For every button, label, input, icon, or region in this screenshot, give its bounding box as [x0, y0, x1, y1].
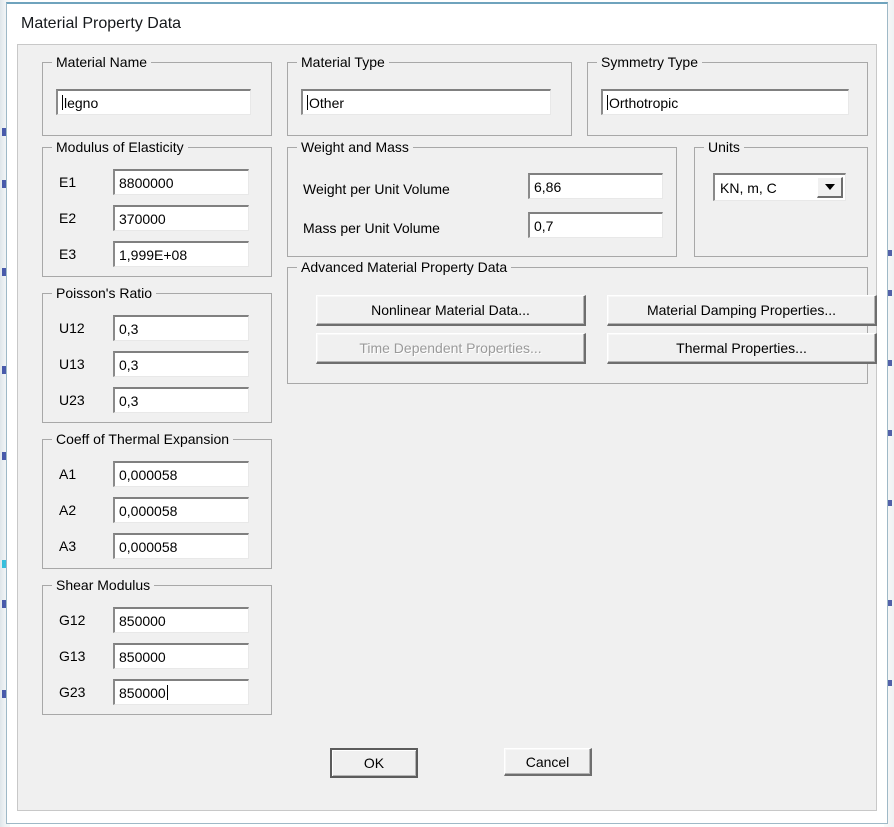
material-damping-properties-button[interactable]: Material Damping Properties... — [607, 295, 877, 326]
window-title: Material Property Data — [21, 15, 182, 32]
label-e3: E3 — [59, 246, 77, 262]
units-select[interactable]: KN, m, C — [713, 173, 846, 201]
g23-value: 850000 — [119, 684, 166, 701]
title-bar: Material Property Data — [7, 4, 887, 44]
group-poissons-ratio-legend: Poisson's Ratio — [52, 285, 157, 301]
group-weight-and-mass: Weight and Mass Weight per Unit Volume 6… — [287, 139, 677, 257]
u12-input[interactable]: 0,3 — [113, 315, 249, 341]
group-poissons-ratio: Poisson's Ratio U12 0,3 U13 0,3 U23 0,3 — [42, 285, 272, 423]
group-advanced-material-property-data: Advanced Material Property Data Nonlinea… — [287, 259, 877, 384]
ok-button-label: OK — [363, 755, 385, 771]
label-a1: A1 — [59, 466, 77, 482]
g13-input[interactable]: 850000 — [113, 643, 249, 669]
thermal-properties-label: Thermal Properties... — [676, 340, 807, 356]
text-caret — [607, 95, 608, 110]
g12-input[interactable]: 850000 — [113, 607, 249, 633]
symmetry-type-input[interactable]: Orthotropic — [601, 89, 849, 115]
time-dependent-properties-button: Time Dependent Properties... — [316, 333, 586, 364]
label-g13: G13 — [59, 648, 86, 664]
group-modulus-of-elasticity-legend: Modulus of Elasticity — [52, 139, 188, 155]
material-type-value: Other — [309, 94, 345, 111]
time-dependent-properties-label: Time Dependent Properties... — [359, 340, 542, 356]
group-material-name-legend: Material Name — [52, 54, 152, 70]
a2-input[interactable]: 0,000058 — [113, 497, 249, 523]
group-units: Units KN, m, C — [694, 139, 868, 257]
label-mass-per-unit-volume: Mass per Unit Volume — [303, 220, 440, 236]
label-g23: G23 — [59, 684, 86, 700]
group-shear-modulus-legend: Shear Modulus — [52, 577, 155, 593]
u13-value: 0,3 — [119, 356, 139, 373]
group-symmetry-type-legend: Symmetry Type — [597, 54, 702, 70]
group-weight-and-mass-legend: Weight and Mass — [297, 139, 413, 155]
cancel-button[interactable]: Cancel — [504, 748, 592, 776]
mass-per-unit-volume-input[interactable]: 0,7 — [528, 212, 663, 238]
label-a3: A3 — [59, 538, 77, 554]
weight-per-unit-volume-input[interactable]: 6,86 — [528, 173, 663, 199]
units-selected-value: KN, m, C — [720, 179, 777, 196]
a1-value: 0,000058 — [119, 466, 178, 483]
cancel-button-label: Cancel — [525, 753, 570, 770]
thermal-properties-button[interactable]: Thermal Properties... — [607, 333, 877, 364]
label-g12: G12 — [59, 612, 86, 628]
nonlinear-material-data-label: Nonlinear Material Data... — [371, 302, 530, 318]
ok-button[interactable]: OK — [330, 748, 418, 778]
mass-per-unit-volume-value: 0,7 — [534, 217, 554, 234]
label-u23: U23 — [59, 392, 85, 408]
material-damping-properties-label: Material Damping Properties... — [646, 302, 837, 318]
label-weight-per-unit-volume: Weight per Unit Volume — [303, 181, 450, 197]
group-advanced-legend: Advanced Material Property Data — [297, 259, 512, 275]
e3-input[interactable]: 1,999E+08 — [113, 241, 249, 267]
e3-value: 1,999E+08 — [119, 246, 188, 263]
label-e2: E2 — [59, 210, 77, 226]
e2-value: 370000 — [119, 210, 166, 227]
u13-input[interactable]: 0,3 — [113, 351, 249, 377]
group-units-legend: Units — [704, 139, 744, 155]
label-a2: A2 — [59, 502, 77, 518]
group-symmetry-type: Symmetry Type Orthotropic — [587, 54, 868, 136]
text-caret — [307, 95, 308, 110]
e1-value: 8800000 — [119, 174, 174, 191]
nonlinear-material-data-button[interactable]: Nonlinear Material Data... — [316, 295, 586, 326]
chevron-down-icon[interactable] — [817, 177, 843, 198]
group-shear-modulus: Shear Modulus G12 850000 G13 850000 G23 … — [42, 577, 272, 715]
group-material-name: Material Name legno — [42, 54, 272, 136]
group-thermal-expansion-legend: Coeff of Thermal Expansion — [52, 431, 234, 447]
g13-value: 850000 — [119, 648, 166, 665]
text-caret — [62, 95, 63, 110]
material-property-data-dialog: Material Property Data Material Name leg… — [6, 2, 888, 824]
material-name-input[interactable]: legno — [56, 89, 251, 115]
g12-value: 850000 — [119, 612, 166, 629]
u23-value: 0,3 — [119, 392, 139, 409]
u12-value: 0,3 — [119, 320, 139, 337]
a3-input[interactable]: 0,000058 — [113, 533, 249, 559]
symmetry-type-value: Orthotropic — [609, 94, 679, 111]
label-u12: U12 — [59, 320, 85, 336]
g23-input[interactable]: 850000 — [113, 679, 249, 705]
a1-input[interactable]: 0,000058 — [113, 461, 249, 487]
e1-input[interactable]: 8800000 — [113, 169, 249, 195]
dialog-client-area: Material Name legno Material Type Other … — [17, 44, 877, 811]
group-material-type-legend: Material Type — [297, 54, 389, 70]
weight-per-unit-volume-value: 6,86 — [534, 178, 562, 195]
u23-input[interactable]: 0,3 — [113, 387, 249, 413]
group-coeff-of-thermal-expansion: Coeff of Thermal Expansion A1 0,000058 A… — [42, 431, 272, 569]
material-type-input[interactable]: Other — [301, 89, 551, 115]
material-name-value: legno — [64, 94, 99, 111]
group-modulus-of-elasticity: Modulus of Elasticity E1 8800000 E2 3700… — [42, 139, 272, 277]
a3-value: 0,000058 — [119, 538, 178, 555]
label-u13: U13 — [59, 356, 85, 372]
a2-value: 0,000058 — [119, 502, 178, 519]
group-material-type: Material Type Other — [287, 54, 572, 136]
e2-input[interactable]: 370000 — [113, 205, 249, 231]
label-e1: E1 — [59, 174, 77, 190]
